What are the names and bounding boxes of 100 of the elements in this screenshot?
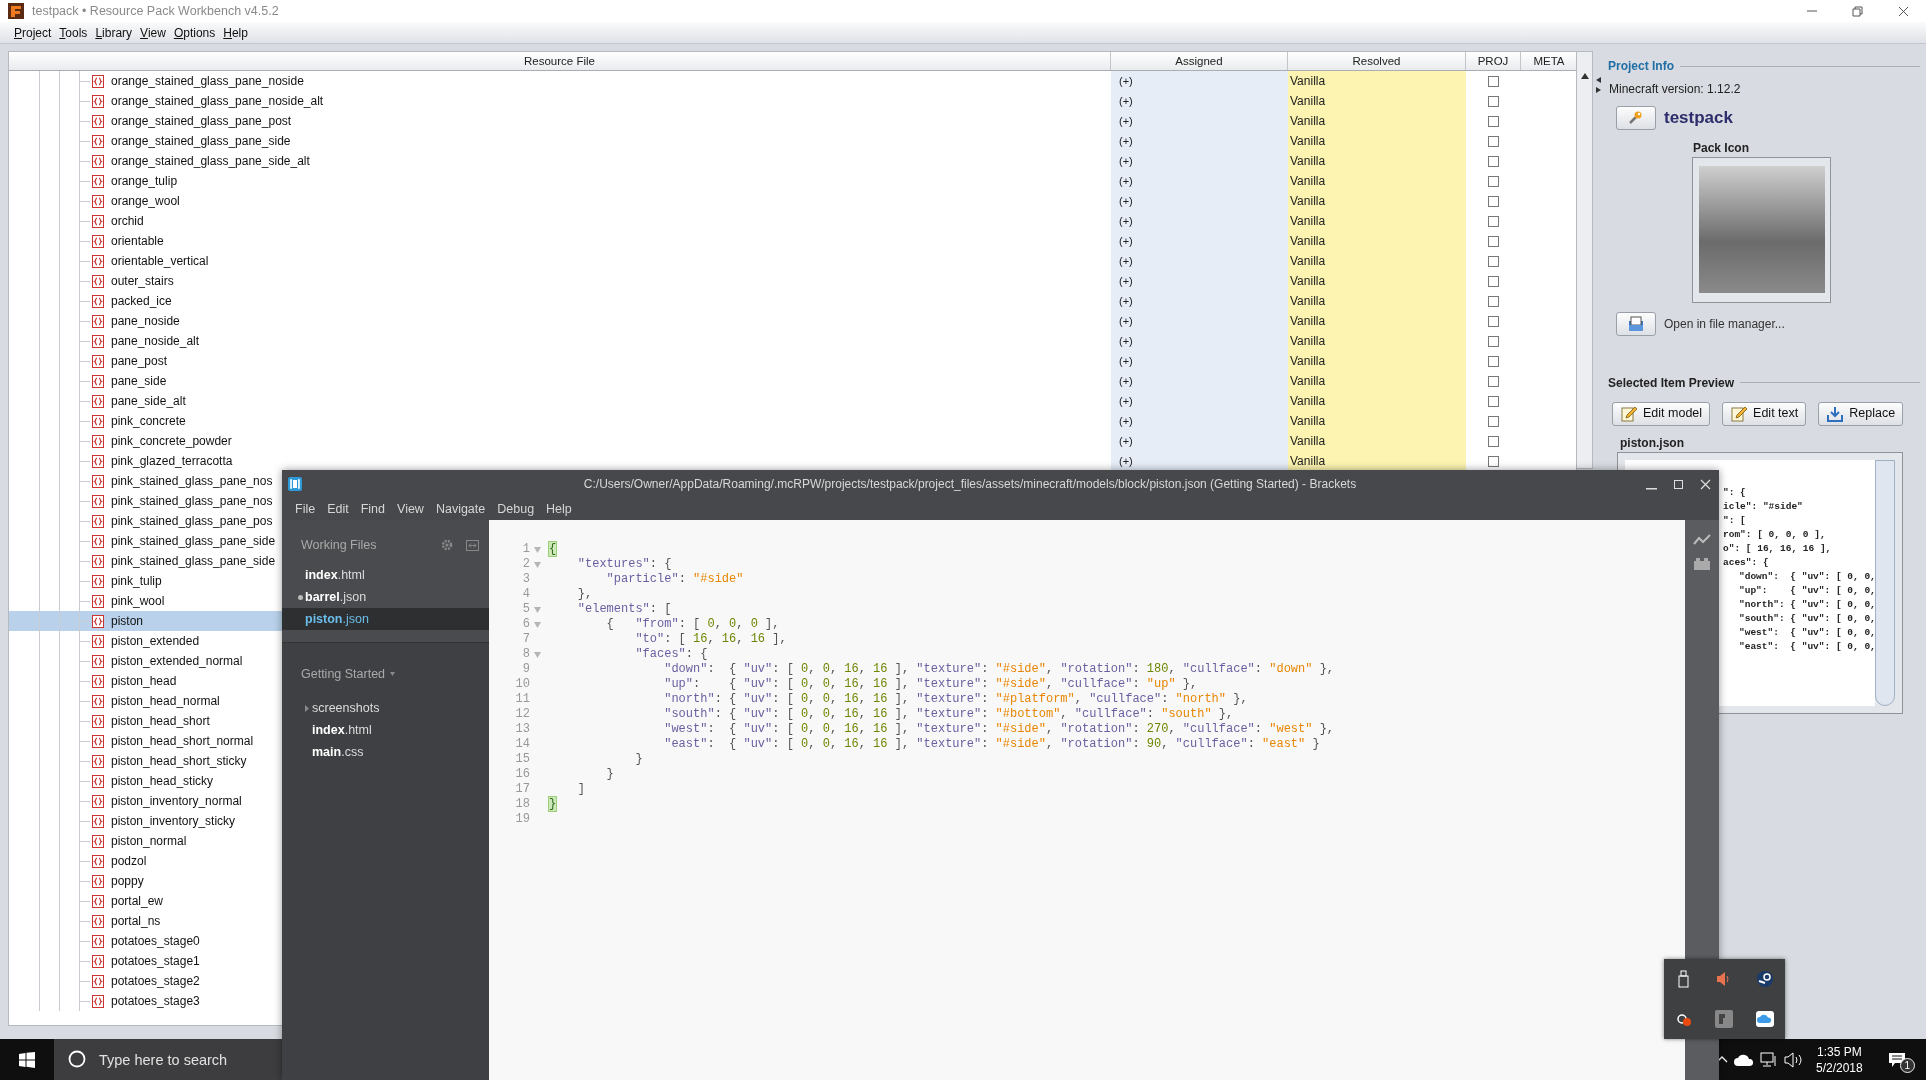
checkbox[interactable]: [1488, 415, 1499, 427]
cloud-icon[interactable]: [1755, 1011, 1774, 1027]
open-folder-button[interactable]: [1616, 311, 1656, 336]
clock-time[interactable]: 1:35 PM: [1817, 1043, 1862, 1060]
table-row[interactable]: piston: [9, 611, 283, 631]
checkbox[interactable]: [1488, 95, 1499, 107]
usb-drive-icon[interactable]: [1678, 970, 1691, 988]
table-row[interactable]: piston_inventory_normal: [9, 791, 283, 811]
table-row[interactable]: pane_post (+) Vanilla: [9, 351, 1576, 371]
checkbox[interactable]: [1488, 315, 1499, 327]
toolbar-button[interactable]: Edit text: [1722, 401, 1807, 426]
table-row[interactable]: pane_noside_alt (+) Vanilla: [9, 331, 1576, 351]
toolbar-button[interactable]: Edit model: [1612, 401, 1711, 426]
sidebar-item[interactable]: index.html: [282, 564, 489, 586]
table-row[interactable]: potatoes_stage0: [9, 931, 283, 951]
table-row[interactable]: orchid (+) Vanilla: [9, 211, 1576, 231]
table-row[interactable]: piston_head_sticky: [9, 771, 283, 791]
table-row[interactable]: orange_wool (+) Vanilla: [9, 191, 1576, 211]
table-row[interactable]: outer_stairs (+) Vanilla: [9, 271, 1576, 291]
menu-item[interactable]: Tools: [55, 23, 92, 42]
column-header[interactable]: Resource File: [9, 52, 1111, 70]
table-row[interactable]: pane_noside (+) Vanilla: [9, 311, 1576, 331]
checkbox[interactable]: [1488, 175, 1499, 187]
checkbox[interactable]: [1488, 255, 1499, 267]
column-header[interactable]: PROJ: [1466, 52, 1521, 70]
checkbox[interactable]: [1488, 355, 1499, 367]
menu-item[interactable]: Edit: [322, 499, 354, 519]
toolbar-button[interactable]: Replace: [1818, 401, 1904, 426]
table-row[interactable]: pink_stained_glass_pane_nos: [9, 471, 283, 491]
table-row[interactable]: orientable_vertical (+) Vanilla: [9, 251, 1576, 271]
table-row[interactable]: piston_head: [9, 671, 283, 691]
checkbox[interactable]: [1488, 215, 1499, 227]
checkbox[interactable]: [1488, 435, 1499, 447]
menu-item[interactable]: Navigate: [430, 499, 491, 519]
table-row[interactable]: packed_ice (+) Vanilla: [9, 291, 1576, 311]
table-row[interactable]: piston_extended_normal: [9, 651, 283, 671]
table-row[interactable]: pink_stained_glass_pane_side: [9, 531, 283, 551]
table-row[interactable]: pink_concrete (+) Vanilla: [9, 411, 1576, 431]
live-preview-icon[interactable]: [1693, 534, 1711, 546]
checkbox[interactable]: [1488, 135, 1499, 147]
checkbox[interactable]: [1488, 335, 1499, 347]
table-row[interactable]: orange_tulip (+) Vanilla: [9, 171, 1576, 191]
app-tile-icon[interactable]: [1715, 1010, 1734, 1028]
table-row[interactable]: orange_stained_glass_pane_side_alt (+) Vanilla: [9, 151, 1576, 171]
sidebar-item[interactable]: barrel.json: [282, 586, 489, 608]
clock-date[interactable]: 5/2/2018: [1816, 1059, 1863, 1076]
search-field[interactable]: Type here to search: [54, 1039, 282, 1080]
table-row[interactable]: orientable (+) Vanilla: [9, 231, 1576, 251]
menu-item[interactable]: Options: [169, 23, 220, 42]
puzzle-brick-icon[interactable]: [1694, 558, 1710, 570]
table-row[interactable]: potatoes_stage2: [9, 971, 283, 991]
table-row[interactable]: piston_head_short_sticky: [9, 751, 283, 771]
table-row[interactable]: potatoes_stage1: [9, 951, 283, 971]
column-header[interactable]: Resolved: [1288, 52, 1466, 70]
settings-icon[interactable]: [441, 539, 453, 551]
cloud-icon[interactable]: [1734, 1053, 1754, 1066]
table-row[interactable]: pink_glazed_terracotta (+) Vanilla: [9, 451, 1576, 471]
menu-item[interactable]: View: [392, 499, 429, 519]
table-row[interactable]: portal_ns: [9, 911, 283, 931]
checkbox[interactable]: [1488, 455, 1499, 467]
chevron-up-icon[interactable]: [1716, 1056, 1728, 1063]
table-row[interactable]: pane_side (+) Vanilla: [9, 371, 1576, 391]
sidebar-item[interactable]: piston.json: [282, 608, 489, 630]
checkbox[interactable]: [1488, 195, 1499, 207]
table-row[interactable]: piston_extended: [9, 631, 283, 651]
menu-item[interactable]: Debug: [492, 499, 540, 519]
table-row[interactable]: pink_concrete_powder (+) Vanilla: [9, 431, 1576, 451]
checkbox[interactable]: [1488, 295, 1499, 307]
sidebar-item[interactable]: main.css: [282, 741, 489, 763]
table-row[interactable]: piston_head_short: [9, 711, 283, 731]
table-row[interactable]: piston_inventory_sticky: [9, 811, 283, 831]
column-header[interactable]: Assigned: [1111, 52, 1288, 70]
menu-item[interactable]: Find: [355, 499, 391, 519]
settings-button[interactable]: [1616, 105, 1656, 130]
table-row[interactable]: orange_stained_glass_pane_side (+) Vanilla: [9, 131, 1576, 151]
split-view-icon[interactable]: [466, 539, 479, 551]
table-row[interactable]: piston_normal: [9, 831, 283, 851]
checkbox[interactable]: [1488, 75, 1499, 87]
checkbox[interactable]: [1488, 235, 1499, 247]
checkbox[interactable]: [1488, 375, 1499, 387]
scrollbar[interactable]: [1577, 51, 1593, 469]
table-row[interactable]: orange_stained_glass_pane_post (+) Vanilla: [9, 111, 1576, 131]
table-row[interactable]: pink_tulip: [9, 571, 283, 591]
checkbox[interactable]: [1488, 395, 1499, 407]
network-icon[interactable]: [1760, 1051, 1778, 1068]
menu-item[interactable]: File: [290, 499, 321, 519]
table-row[interactable]: pink_wool: [9, 591, 283, 611]
table-row[interactable]: orange_stained_glass_pane_noside_alt (+) Vanilla: [9, 91, 1576, 111]
scrollbar[interactable]: [1875, 459, 1895, 706]
menu-item[interactable]: Project: [10, 23, 56, 42]
menu-item[interactable]: Help: [219, 23, 252, 42]
table-row[interactable]: pink_stained_glass_pane_nos: [9, 491, 283, 511]
table-row[interactable]: piston_head_short_normal: [9, 731, 283, 751]
speaker-icon[interactable]: [1784, 1051, 1804, 1068]
menu-item[interactable]: Help: [541, 499, 577, 519]
table-row[interactable]: pane_side_alt (+) Vanilla: [9, 391, 1576, 411]
sidebar-item[interactable]: screenshots: [282, 697, 489, 719]
table-row[interactable]: orange_stained_glass_pane_noside (+) Vanilla: [9, 71, 1576, 91]
table-row[interactable]: pink_stained_glass_pane_pos: [9, 511, 283, 531]
menu-item[interactable]: Library: [91, 23, 137, 42]
